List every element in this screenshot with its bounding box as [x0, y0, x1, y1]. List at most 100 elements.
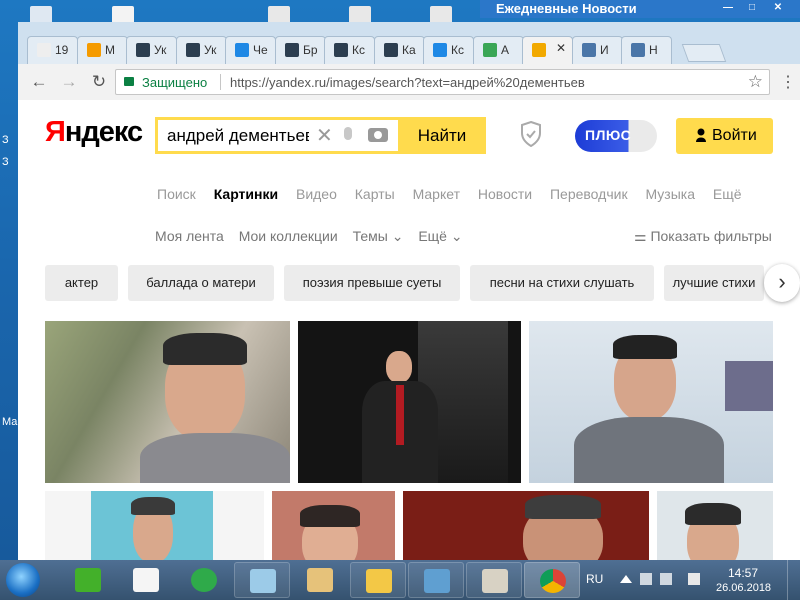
bookmark-star-icon[interactable]: ☆: [748, 72, 763, 92]
browser-tab[interactable]: Ка: [374, 36, 425, 64]
tray-display-icon[interactable]: [660, 573, 672, 585]
minimize-button[interactable]: —: [718, 1, 738, 15]
service-more[interactable]: Ещё: [713, 186, 742, 202]
images-subnav: Моя лента Мои коллекции Темы ⌄ Ещё ⌄: [155, 228, 474, 245]
taskbar-app-notes[interactable]: [234, 562, 290, 598]
subnav-topics[interactable]: Темы ⌄: [353, 228, 404, 244]
browser-tab[interactable]: M: [77, 36, 128, 64]
service-market[interactable]: Маркет: [413, 186, 460, 202]
show-filters-button[interactable]: ⚌ Показать фильтры: [634, 228, 772, 245]
services-nav: Поиск Картинки Видео Карты Маркет Новост…: [157, 186, 756, 202]
clear-icon[interactable]: ✕: [316, 123, 333, 148]
secure-label: Защищено: [142, 75, 208, 90]
tab-title: Ук: [154, 43, 167, 57]
green-icon: [483, 43, 497, 57]
tray-power-icon[interactable]: [640, 573, 652, 585]
mail-at-icon: [191, 568, 217, 592]
tray-flag-icon[interactable]: [688, 573, 700, 585]
image-result[interactable]: [45, 491, 264, 560]
forward-button[interactable]: →: [58, 72, 80, 92]
image-result[interactable]: [529, 321, 773, 483]
news-widget-title: Ежедневные Новости: [496, 1, 637, 16]
clock-date[interactable]: 26.06.2018: [716, 582, 771, 594]
taskbar-app-mail[interactable]: [176, 562, 232, 598]
service-search[interactable]: Поиск: [157, 186, 196, 202]
image-result[interactable]: [403, 491, 649, 560]
browser-tab[interactable]: Ук: [126, 36, 177, 64]
taskbar-app-explorer[interactable]: [350, 562, 406, 598]
chrome-icon: [540, 569, 566, 593]
taskbar-app-music[interactable]: [118, 562, 174, 598]
image-result[interactable]: [657, 491, 773, 560]
taskbar-app-aimp[interactable]: [60, 562, 116, 598]
new-tab-button[interactable]: [681, 44, 727, 62]
service-music[interactable]: Музыка: [645, 186, 695, 202]
yandex-images-page: Яндекс андрей дементьев ✕ Найти ПЛЮС Вой…: [18, 100, 800, 560]
related-chip[interactable]: баллада о матери: [128, 265, 274, 301]
related-chip[interactable]: лучшие стихи: [664, 265, 764, 301]
image-result[interactable]: [45, 321, 290, 483]
url-text[interactable]: https://yandex.ru/images/search?text=анд…: [230, 75, 585, 90]
address-bar[interactable]: Защищено https://yandex.ru/images/search…: [115, 69, 770, 95]
browser-tab[interactable]: И: [572, 36, 623, 64]
browser-tab[interactable]: А: [473, 36, 524, 64]
portrait-suit: [574, 417, 724, 483]
shield-icon[interactable]: [520, 121, 542, 147]
tab-title: Ук: [204, 43, 217, 57]
globe-icon: [433, 43, 447, 57]
plus-button[interactable]: ПЛЮС: [575, 120, 657, 152]
browser-tab[interactable]: Кс: [324, 36, 375, 64]
back-button[interactable]: ←: [28, 72, 50, 92]
show-desktop-button[interactable]: [787, 560, 800, 600]
taskbar-app-photos[interactable]: [408, 562, 464, 598]
search-button[interactable]: Найти: [398, 117, 486, 154]
browser-tab[interactable]: Ук: [176, 36, 227, 64]
service-images[interactable]: Картинки: [214, 186, 278, 202]
clock-time[interactable]: 14:57: [728, 566, 758, 580]
portrait-hair: [163, 333, 247, 365]
close-button[interactable]: ✕: [768, 1, 788, 15]
service-maps[interactable]: Карты: [355, 186, 395, 202]
vk-icon: [631, 43, 645, 57]
subnav-feed[interactable]: Моя лента: [155, 228, 224, 244]
restore-button[interactable]: □: [742, 1, 762, 15]
browser-tab[interactable]: Бр: [275, 36, 326, 64]
language-indicator[interactable]: RU: [586, 572, 603, 586]
tray-arrow-icon[interactable]: [620, 575, 632, 583]
browser-toolbar: ← → ↻ Защищено https://yandex.ru/images/…: [18, 64, 800, 101]
taskbar-app-news[interactable]: [466, 562, 522, 598]
image-result[interactable]: [298, 321, 521, 483]
browser-menu-icon[interactable]: ⋮: [780, 72, 796, 92]
related-chip[interactable]: песни на стихи слушать: [470, 265, 654, 301]
microphone-icon[interactable]: [344, 127, 352, 140]
image-result[interactable]: [272, 491, 395, 560]
tab-close-icon[interactable]: ✕: [556, 41, 566, 55]
login-label: Войти: [712, 127, 757, 144]
browser-tab[interactable]: Че: [225, 36, 276, 64]
service-news[interactable]: Новости: [478, 186, 532, 202]
browser-tab[interactable]: 19: [27, 36, 78, 64]
portrait-tie: [396, 385, 404, 445]
tab-title: Че: [253, 43, 268, 57]
portrait-face: [386, 351, 412, 383]
browser-tab[interactable]: ✕: [522, 36, 573, 65]
service-translate[interactable]: Переводчик: [550, 186, 628, 202]
login-button[interactable]: Войти: [676, 118, 773, 154]
yandex-logo[interactable]: Яндекс: [45, 116, 143, 149]
service-video[interactable]: Видео: [296, 186, 337, 202]
subnav-more[interactable]: Ещё ⌄: [418, 228, 462, 244]
search-input[interactable]: андрей дементьев: [167, 126, 309, 146]
related-chip[interactable]: актер: [45, 265, 118, 301]
reload-button[interactable]: ↻: [88, 72, 110, 92]
browser-tab[interactable]: Н: [621, 36, 672, 64]
subnav-collections[interactable]: Мои коллекции: [239, 228, 338, 244]
camera-icon[interactable]: [368, 128, 388, 142]
chips-next-button[interactable]: ›: [764, 264, 800, 302]
start-button[interactable]: [6, 563, 40, 597]
taskbar-app-chrome[interactable]: [524, 562, 580, 598]
browser-tab[interactable]: Кс: [423, 36, 474, 64]
tab-title: И: [600, 43, 609, 57]
taskbar-app-paint[interactable]: [292, 562, 348, 598]
portrait-hair: [300, 505, 360, 527]
related-chip[interactable]: поэзия превыше суеты: [284, 265, 460, 301]
